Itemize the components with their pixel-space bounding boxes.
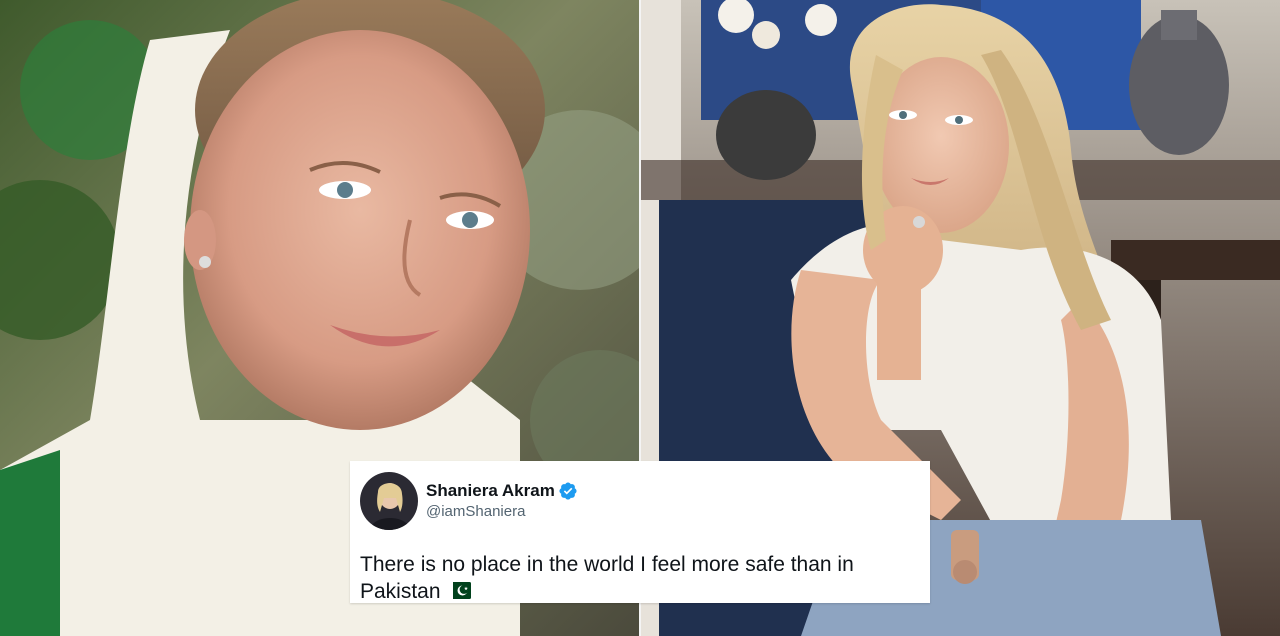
avatar[interactable]	[360, 472, 418, 530]
tweet-card: Shaniera Akram @iamShaniera There is no …	[350, 461, 930, 603]
avatar-image	[360, 472, 418, 530]
user-handle[interactable]: @iamShaniera	[426, 502, 578, 522]
user-block: Shaniera Akram @iamShaniera	[426, 480, 578, 522]
name-row: Shaniera Akram	[426, 480, 578, 502]
display-name[interactable]: Shaniera Akram	[426, 480, 555, 502]
flag-pakistan-icon	[446, 579, 471, 599]
verified-badge-icon	[558, 481, 578, 501]
tweet-text: There is no place in the world I feel mo…	[360, 553, 854, 603]
tweet-header: Shaniera Akram @iamShaniera	[360, 471, 918, 531]
tweet-text-block: There is no place in the world I feel mo…	[360, 551, 920, 605]
